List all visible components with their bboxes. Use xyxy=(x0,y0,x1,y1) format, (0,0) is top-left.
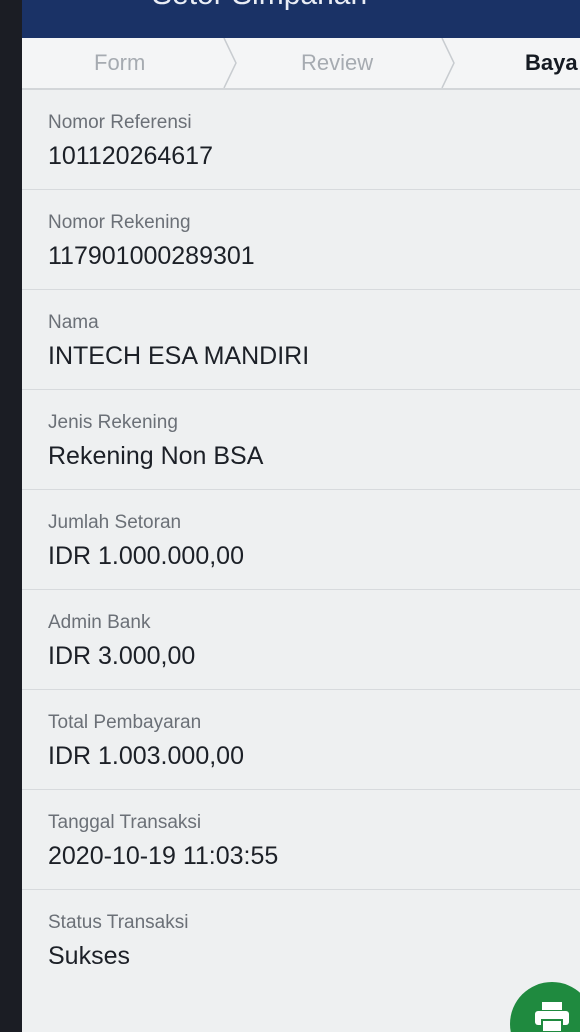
step-bayar: Baya xyxy=(525,50,578,75)
step-form: Form xyxy=(94,50,146,75)
detail-label: Status Transaksi xyxy=(48,912,189,933)
detail-row-nama: Nama INTECH ESA MANDIRI xyxy=(22,290,580,390)
detail-row-jumlah-setoran: Jumlah Setoran IDR 1.000.000,00 xyxy=(22,490,580,590)
detail-label: Total Pembayaran xyxy=(48,712,202,733)
detail-value: INTECH ESA MANDIRI xyxy=(48,342,310,370)
detail-label: Jenis Rekening xyxy=(48,412,178,433)
detail-row-status-transaksi: Status Transaksi Sukses xyxy=(22,890,580,990)
detail-row-tanggal-transaksi: Tanggal Transaksi 2020-10-19 11:03:55 xyxy=(22,790,580,890)
step-separator xyxy=(441,38,455,88)
detail-value: 101120264617 xyxy=(48,142,213,170)
detail-label: Tanggal Transaksi xyxy=(48,812,202,833)
detail-row-admin-bank: Admin Bank IDR 3.000,00 xyxy=(22,590,580,690)
detail-label: Jumlah Setoran xyxy=(48,512,182,533)
transaction-details: Nomor Referensi 101120264617 Nomor Reken… xyxy=(22,90,580,990)
detail-value: IDR 1.003.000,00 xyxy=(48,742,244,770)
detail-row-nomor-referensi: Nomor Referensi 101120264617 xyxy=(22,90,580,190)
detail-label: Nomor Rekening xyxy=(48,212,191,233)
step-separator xyxy=(223,38,237,88)
detail-value: Rekening Non BSA xyxy=(48,442,264,470)
detail-label: Nama xyxy=(48,312,99,333)
detail-value: 2020-10-19 11:03:55 xyxy=(48,842,279,870)
stepper: Form Review Baya xyxy=(22,38,580,90)
step-review: Review xyxy=(301,50,374,75)
page-title: Setor Simpanan xyxy=(152,0,367,12)
detail-label: Nomor Referensi xyxy=(48,112,192,133)
app-bar: Setor Simpanan xyxy=(22,0,580,38)
detail-row-nomor-rekening: Nomor Rekening 117901000289301 xyxy=(22,190,580,290)
detail-value: 117901000289301 xyxy=(48,242,255,270)
detail-row-jenis-rekening: Jenis Rekening Rekening Non BSA xyxy=(22,390,580,490)
detail-value: IDR 3.000,00 xyxy=(48,642,196,670)
screen: Setor Simpanan Form Review Baya Nomor Re… xyxy=(22,0,580,1032)
detail-value: IDR 1.000.000,00 xyxy=(48,542,244,570)
print-icon xyxy=(535,1002,569,1032)
detail-row-total-pembayaran: Total Pembayaran IDR 1.003.000,00 xyxy=(22,690,580,790)
detail-label: Admin Bank xyxy=(48,612,151,633)
status-value: Sukses xyxy=(48,942,130,970)
